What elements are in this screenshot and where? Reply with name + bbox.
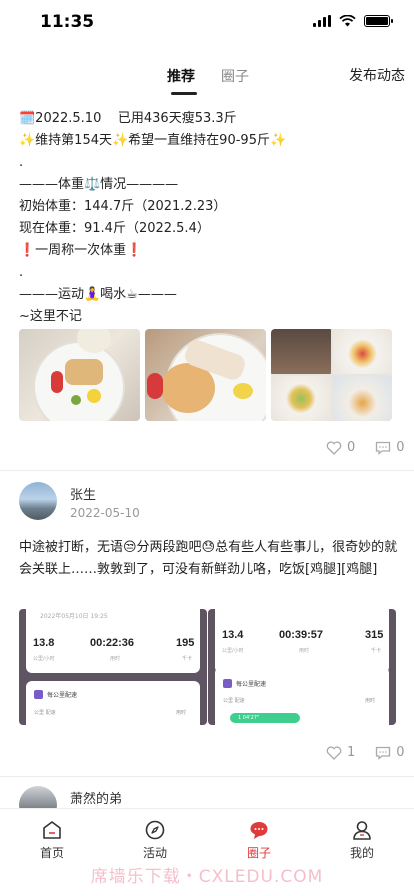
tab-mine-label: 我的 bbox=[349, 846, 374, 860]
post-1-line: . bbox=[19, 155, 24, 170]
run-calories-label: 千卡 bbox=[371, 648, 382, 654]
post-2-username[interactable]: 张生 bbox=[70, 484, 96, 503]
tab-home[interactable]: 首页 bbox=[22, 819, 82, 861]
post-1-comment-count: 0 bbox=[396, 440, 405, 455]
pace-card: 每公里配速 公里 配速 用时 1 04'27" bbox=[215, 667, 389, 725]
battery-icon bbox=[364, 15, 393, 27]
chat-bubble-icon bbox=[250, 822, 268, 839]
tab-circle[interactable]: 圈子 bbox=[221, 66, 249, 86]
post-2-date: 2022-05-10 bbox=[70, 506, 140, 520]
pace-badge-icon bbox=[34, 690, 43, 699]
pace-bar: 1 04'27" bbox=[230, 713, 300, 723]
post-1-line: ———体重⚖️情况———— bbox=[19, 177, 179, 192]
post-1-actions: 0 0 bbox=[326, 440, 405, 455]
tab-mine[interactable]: 我的 bbox=[332, 819, 392, 861]
status-bar: 11:35 bbox=[0, 0, 414, 48]
post-1-like-button[interactable]: 0 bbox=[326, 440, 355, 455]
run-header: 2022年05月10日 19:25 bbox=[40, 613, 108, 620]
post-1-text[interactable]: 🗓️2022.5.10 已用436天瘦53.3斤 ✨维持第154天✨希望一直维持… bbox=[19, 108, 399, 328]
signal-icon bbox=[313, 15, 331, 27]
post-1-line: ~这里不记 bbox=[19, 309, 82, 324]
pace-card: 每公里配速 公里 配速 用时 bbox=[26, 681, 200, 725]
heart-icon bbox=[326, 745, 342, 760]
post-1-line: 初始体重：144.7斤（2021.2.23） bbox=[19, 199, 227, 214]
comment-icon bbox=[376, 441, 391, 455]
run-stats-card: 2022年05月10日 19:25 13.8 00:22:36 195 公里/小… bbox=[26, 609, 200, 673]
post-1-line: 现在体重：91.4斤（2022.5.4） bbox=[19, 221, 210, 236]
post-3-username[interactable]: 萧然的弟 bbox=[70, 788, 122, 807]
post-2-like-count: 1 bbox=[347, 745, 356, 760]
compass-icon bbox=[145, 820, 165, 840]
post-1-line: 🗓️2022.5.10 已用436天瘦53.3斤 bbox=[19, 111, 237, 126]
status-time: 11:35 bbox=[40, 12, 95, 32]
run-duration-label: 用时 bbox=[299, 648, 310, 654]
post-1-line: ———运动🧘‍♀️喝水☕——— bbox=[19, 287, 177, 302]
post-1-like-count: 0 bbox=[347, 440, 356, 455]
tab-recommend[interactable]: 推荐 bbox=[167, 66, 195, 86]
pace-sub-right: 用时 bbox=[365, 698, 376, 704]
post-1-comment-button[interactable]: 0 bbox=[375, 440, 405, 455]
watermark: 席墙乐下载・CXLEDU.COM bbox=[90, 867, 324, 887]
post-2-comment-button[interactable]: 0 bbox=[375, 745, 405, 760]
tab-activity-label: 活动 bbox=[142, 846, 167, 860]
post-1-line: ✨维持第154天✨希望一直维持在90-95斤✨ bbox=[19, 133, 287, 148]
run-duration: 00:39:57 bbox=[279, 629, 324, 641]
post-1-line: ❗一周称一次体重❗ bbox=[19, 243, 143, 258]
pace-bar-label: 1 04'27" bbox=[238, 715, 260, 721]
run-duration-label: 用时 bbox=[110, 656, 121, 662]
person-icon bbox=[353, 821, 371, 840]
post-2-image-run-summary-2[interactable]: 13.4 00:39:57 315 公里/小时 用时 千卡 每公里配速 公里 配… bbox=[208, 609, 396, 725]
avatar[interactable] bbox=[19, 482, 57, 520]
post-2-like-button[interactable]: 1 bbox=[326, 745, 355, 760]
home-icon bbox=[43, 821, 61, 839]
post-divider bbox=[0, 776, 414, 777]
run-distance-label: 公里/小时 bbox=[33, 656, 55, 662]
tab-home-label: 首页 bbox=[39, 846, 64, 860]
top-nav: 推荐 圈子 发布动态 bbox=[0, 58, 414, 95]
post-1-image-bread-plate[interactable] bbox=[145, 329, 266, 421]
run-calories-label: 千卡 bbox=[182, 656, 193, 662]
pace-sub-right: 用时 bbox=[176, 710, 187, 716]
active-tab-indicator bbox=[171, 92, 197, 95]
post-1-line: . bbox=[19, 265, 24, 280]
publish-button[interactable]: 发布动态 bbox=[349, 65, 405, 85]
wifi-icon bbox=[339, 15, 356, 27]
pace-title: 每公里配速 bbox=[47, 692, 78, 699]
run-calories: 315 bbox=[365, 629, 384, 641]
run-duration: 00:22:36 bbox=[90, 637, 135, 649]
post-2-comment-count: 0 bbox=[396, 745, 405, 760]
post-1-images bbox=[19, 329, 392, 421]
run-distance: 13.8 bbox=[33, 637, 55, 649]
post-2-text[interactable]: 中途被打断，无语😒分两段跑吧😓总有些人有些事儿，很奇妙的就会关联上……敦敦到了，… bbox=[19, 537, 399, 581]
tab-circle-bottom-label: 圈子 bbox=[246, 846, 271, 860]
post-2-actions: 1 0 bbox=[326, 745, 405, 760]
tab-activity[interactable]: 活动 bbox=[125, 819, 185, 861]
post-1-image-breakfast-plate[interactable] bbox=[19, 329, 140, 421]
comment-icon bbox=[376, 746, 391, 760]
status-icons bbox=[313, 15, 393, 27]
post-2-image-run-summary-1[interactable]: 2022年05月10日 19:25 13.8 00:22:36 195 公里/小… bbox=[19, 609, 207, 725]
pace-sub-left: 公里 配速 bbox=[223, 698, 245, 704]
heart-icon bbox=[326, 440, 342, 455]
pace-badge-icon bbox=[223, 679, 232, 688]
run-distance-label: 公里/小时 bbox=[222, 648, 244, 654]
post-1-image-collage[interactable] bbox=[271, 329, 392, 421]
run-stats-card: 13.4 00:39:57 315 公里/小时 用时 千卡 bbox=[215, 609, 389, 673]
pace-title: 每公里配速 bbox=[236, 681, 267, 688]
pace-sub-left: 公里 配速 bbox=[34, 710, 56, 716]
post-divider bbox=[0, 470, 414, 471]
tab-circle-bottom[interactable]: 圈子 bbox=[229, 819, 289, 861]
run-calories: 195 bbox=[176, 637, 195, 649]
run-distance: 13.4 bbox=[222, 629, 244, 641]
